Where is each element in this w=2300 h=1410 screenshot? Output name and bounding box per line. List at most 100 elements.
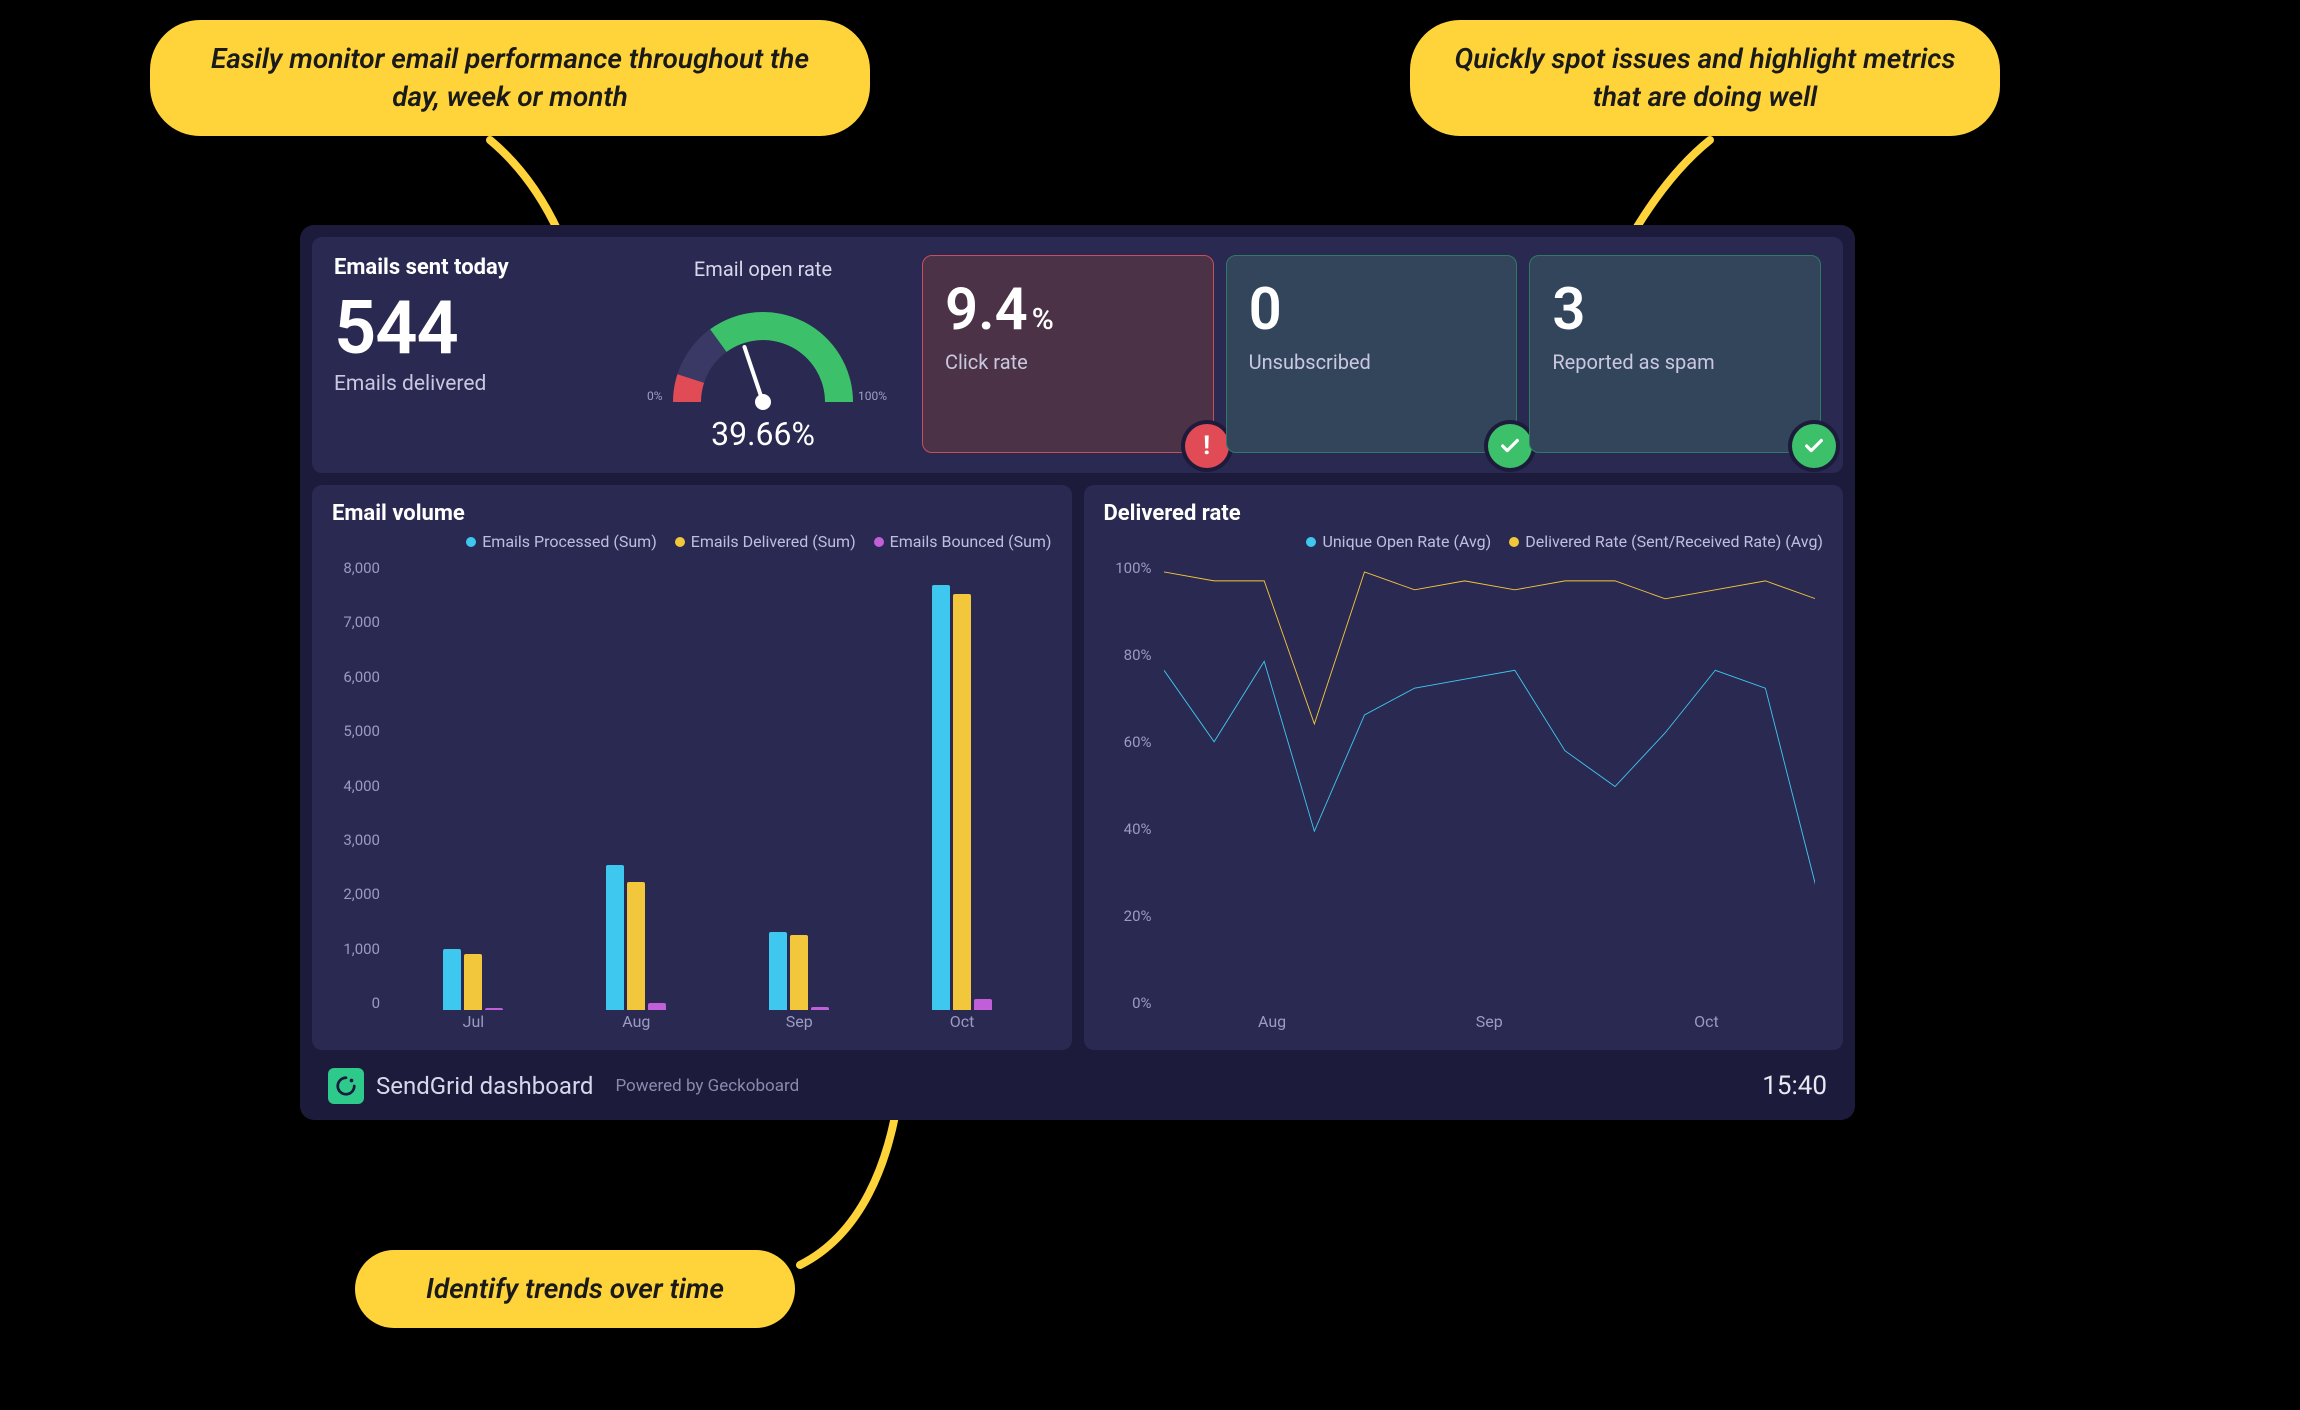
bar	[627, 882, 645, 1011]
bar	[464, 954, 482, 1010]
powered-by: Powered by Geckoboard	[615, 1076, 799, 1096]
charts-row: Email volume Emails Processed (Sum)Email…	[312, 485, 1843, 1050]
tile-email-volume: Email volume Emails Processed (Sum)Email…	[312, 485, 1072, 1050]
annotation-trends: Identify trends over time	[355, 1250, 795, 1328]
check-icon	[1488, 424, 1532, 468]
bar	[443, 949, 461, 1010]
card-reported-spam: 3 Reported as spam	[1529, 255, 1821, 453]
x-tick: Sep	[1381, 1012, 1598, 1038]
tile-title: Delivered rate	[1104, 501, 1824, 526]
x-tick: Sep	[718, 1012, 881, 1038]
y-tick: 0	[332, 994, 380, 1012]
dashboard-title: SendGrid dashboard	[376, 1072, 593, 1100]
bar	[648, 1003, 666, 1010]
legend-item: Emails Delivered (Sum)	[675, 532, 856, 551]
x-tick: Oct	[881, 1012, 1044, 1038]
x-tick: Oct	[1598, 1012, 1815, 1038]
line-series	[1164, 572, 1816, 724]
card-label: Click rate	[945, 350, 1191, 374]
legend-dot-icon	[466, 537, 476, 547]
bar	[811, 1007, 829, 1010]
y-tick: 4,000	[332, 777, 380, 795]
bar-group	[718, 563, 881, 1010]
y-tick: 2,000	[332, 885, 380, 903]
bar	[932, 585, 950, 1010]
bar-group	[555, 563, 718, 1010]
card-label: Reported as spam	[1552, 350, 1798, 374]
open-rate-gauge: Email open rate 0% 100% 39.66%	[618, 255, 908, 453]
emails-delivered-value: 544	[334, 292, 604, 366]
gauge-max-label: 100%	[858, 389, 887, 403]
legend-item: Delivered Rate (Sent/Received Rate) (Avg…	[1509, 532, 1823, 551]
footer: SendGrid dashboard Powered by Geckoboard…	[312, 1062, 1843, 1108]
annotation-text: Identify trends over time	[426, 1272, 724, 1305]
gauge-icon	[653, 287, 873, 417]
bar-chart: 8,000 7,000 6,000 5,000 4,000 3,000 2,000 1,000…	[332, 559, 1052, 1038]
line-chart: 100% 80% 60% 40% 20% 0% AugSepOct	[1104, 559, 1824, 1038]
bar	[769, 932, 787, 1010]
card-value: 0	[1249, 276, 1282, 344]
clock: 15:40	[1762, 1071, 1827, 1101]
y-tick: 1,000	[332, 940, 380, 958]
x-tick: Jul	[392, 1012, 555, 1038]
top-metrics-bar: Emails sent today 544 Emails delivered E…	[312, 237, 1843, 473]
logo-icon	[328, 1068, 364, 1104]
legend-label: Emails Bounced (Sum)	[890, 532, 1052, 551]
tile-delivered-rate: Delivered rate Unique Open Rate (Avg) Del…	[1084, 485, 1844, 1050]
tile-title: Email volume	[332, 501, 1052, 526]
bar	[485, 1008, 503, 1010]
x-tick: Aug	[555, 1012, 718, 1038]
legend-item: Emails Bounced (Sum)	[874, 532, 1052, 551]
bar	[606, 865, 624, 1010]
annotation-spot-issues: Quickly spot issues and highlight metric…	[1410, 20, 2000, 136]
legend-dot-icon	[1306, 537, 1316, 547]
annotation-text: Easily monitor email performance through…	[211, 42, 809, 113]
legend-label: Delivered Rate (Sent/Received Rate) (Avg…	[1525, 532, 1823, 551]
brand: SendGrid dashboard Powered by Geckoboard	[328, 1068, 799, 1104]
emails-delivered-block: Emails sent today 544 Emails delivered	[334, 255, 604, 453]
y-tick: 80%	[1104, 646, 1152, 664]
y-tick: 60%	[1104, 733, 1152, 751]
y-tick: 40%	[1104, 820, 1152, 838]
bar-group	[881, 563, 1044, 1010]
y-tick: 5,000	[332, 722, 380, 740]
legend: Unique Open Rate (Avg) Delivered Rate (Se…	[1104, 532, 1824, 551]
card-unit: %	[1032, 302, 1054, 337]
card-unsubscribed: 0 Unsubscribed	[1226, 255, 1518, 453]
emails-delivered-label: Emails delivered	[334, 372, 604, 396]
bar	[953, 594, 971, 1010]
y-tick: 100%	[1104, 559, 1152, 577]
gauge-title: Email open rate	[694, 257, 832, 281]
alert-icon: !	[1185, 424, 1229, 468]
annotation-text: Quickly spot issues and highlight metric…	[1455, 42, 1956, 113]
legend-item: Unique Open Rate (Avg)	[1306, 532, 1491, 551]
section-title: Emails sent today	[334, 255, 604, 280]
gauge-min-label: 0%	[647, 389, 663, 403]
legend-dot-icon	[1509, 537, 1519, 547]
y-tick: 8,000	[332, 559, 380, 577]
y-tick: 0%	[1104, 994, 1152, 1012]
y-tick: 6,000	[332, 668, 380, 686]
y-tick: 3,000	[332, 831, 380, 849]
dashboard: Emails sent today 544 Emails delivered E…	[300, 225, 1855, 1120]
card-value: 3	[1552, 276, 1585, 344]
bar	[790, 935, 808, 1010]
card-value: 9.4	[945, 276, 1028, 344]
card-click-rate: 9.4 % Click rate !	[922, 255, 1214, 453]
legend-dot-icon	[874, 537, 884, 547]
bar-group	[392, 563, 555, 1010]
line-series	[1164, 661, 1816, 885]
y-tick: 7,000	[332, 613, 380, 631]
legend-dot-icon	[675, 537, 685, 547]
legend: Emails Processed (Sum) Emails Delivered (…	[332, 532, 1052, 551]
bar	[974, 999, 992, 1010]
legend-label: Unique Open Rate (Avg)	[1322, 532, 1491, 551]
y-tick: 20%	[1104, 907, 1152, 925]
x-tick: Aug	[1164, 1012, 1381, 1038]
legend-label: Emails Processed (Sum)	[482, 532, 657, 551]
metric-cards: 9.4 % Click rate ! 0 Unsubscribed 3	[922, 255, 1821, 453]
legend-item: Emails Processed (Sum)	[466, 532, 657, 551]
check-icon	[1792, 424, 1836, 468]
annotation-monitor: Easily monitor email performance through…	[150, 20, 870, 136]
card-label: Unsubscribed	[1249, 350, 1495, 374]
